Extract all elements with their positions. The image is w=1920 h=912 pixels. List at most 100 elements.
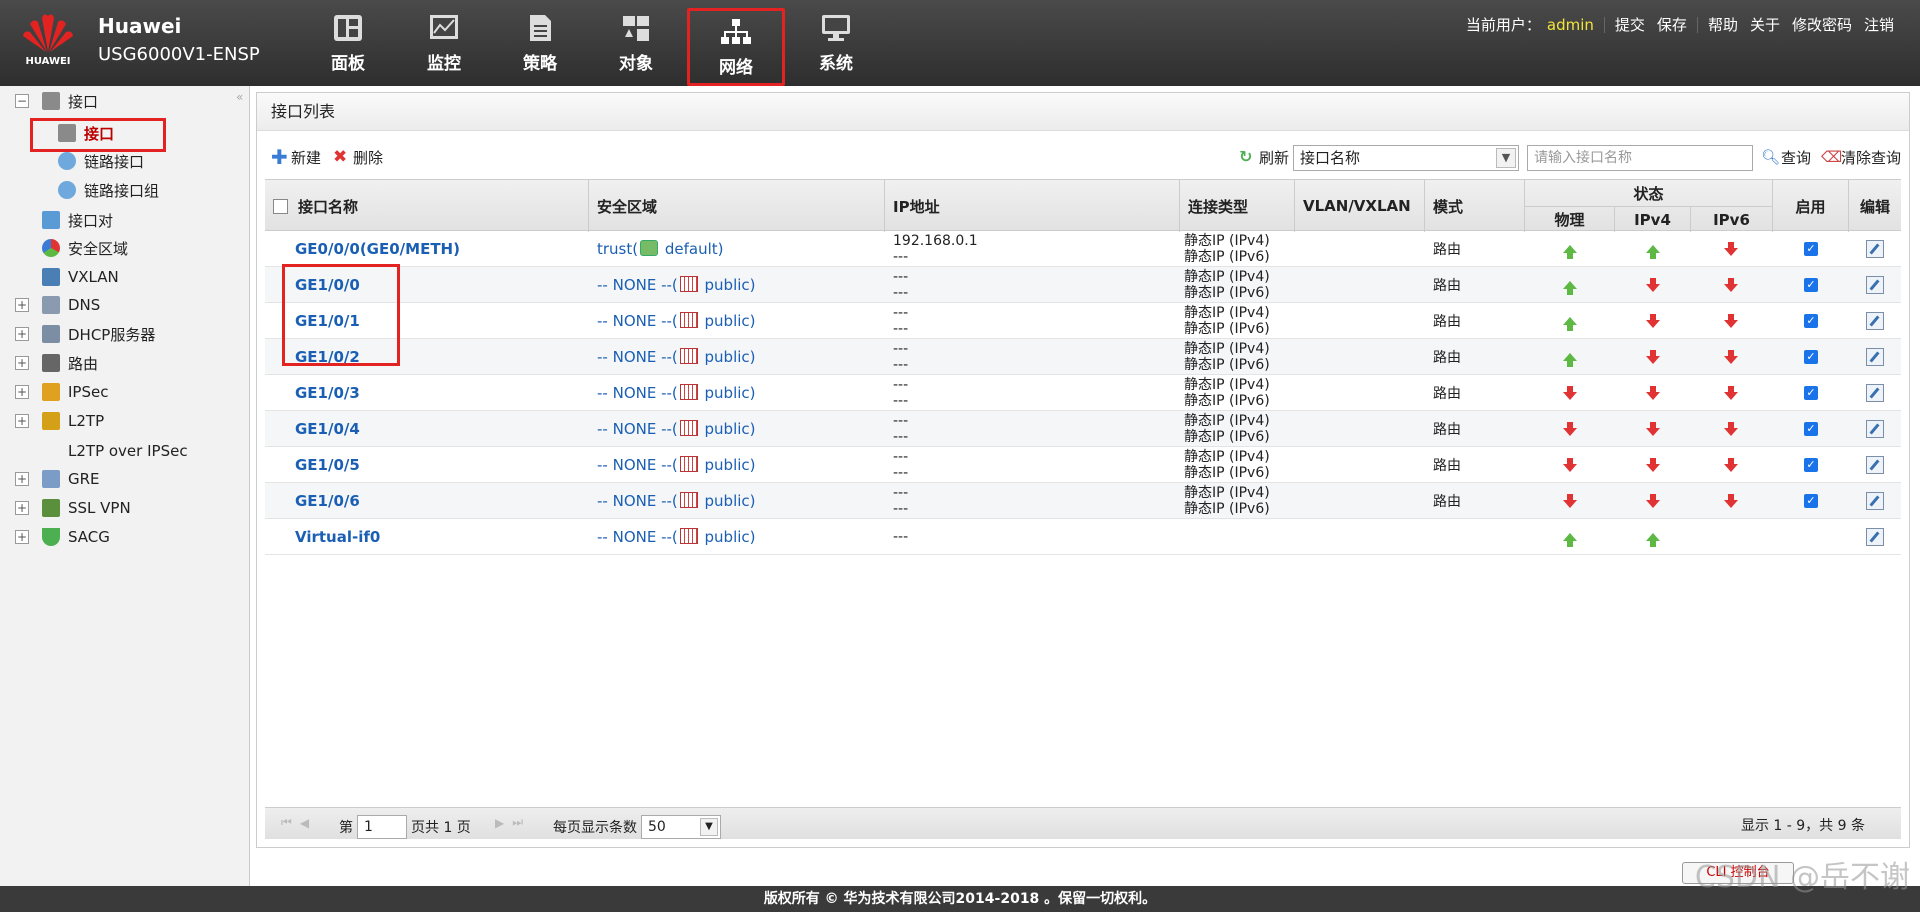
search-input[interactable]: 请输入接口名称 — [1527, 145, 1753, 171]
sidebar-item-l2tp[interactable]: + L2TP — [0, 408, 104, 434]
sidebar-item-label: SSL VPN — [68, 499, 131, 517]
expand-icon[interactable]: + — [15, 385, 29, 399]
nav-policy[interactable]: 策略 — [492, 0, 588, 86]
interface-name-link[interactable]: GE1/0/5 — [295, 456, 360, 474]
interface-pair-icon — [42, 211, 60, 229]
sidebar-item-interface-group[interactable]: − 接口 — [0, 88, 98, 114]
edit-icon[interactable] — [1866, 528, 1884, 546]
sidebar-item-ssl-vpn[interactable]: + SSL VPN — [0, 495, 131, 521]
zone-link[interactable]: -- NONE --( public) — [597, 312, 756, 330]
delete-button[interactable]: ✖ 删除 — [333, 147, 383, 168]
enable-checkbox[interactable]: ✓ — [1804, 386, 1818, 400]
collapse-sidebar-icon[interactable]: « — [236, 90, 243, 104]
nav-system[interactable]: 系统 — [788, 0, 884, 86]
per-page-select[interactable]: 50 ▼ — [641, 815, 721, 839]
pager-nav-next[interactable]: ▶ ⏭ — [495, 815, 531, 830]
enable-checkbox[interactable]: ✓ — [1804, 314, 1818, 328]
enable-checkbox[interactable]: ✓ — [1804, 278, 1818, 292]
physical-status-cell — [1563, 231, 1577, 267]
new-button[interactable]: ✚ 新建 — [271, 147, 321, 168]
expand-icon[interactable]: + — [15, 472, 29, 486]
clear-query-button[interactable]: ⌫ 清除查询 — [1821, 147, 1901, 168]
expand-icon[interactable]: + — [15, 356, 29, 370]
sidebar-item-security-zone[interactable]: 安全区域 — [0, 235, 128, 261]
zone-link[interactable]: -- NONE --( public) — [597, 420, 756, 438]
sidebar-item-gre[interactable]: + GRE — [0, 466, 100, 492]
edit-icon[interactable] — [1866, 492, 1884, 510]
edit-icon[interactable] — [1866, 240, 1884, 258]
interface-name-link[interactable]: Virtual-if0 — [295, 528, 380, 546]
last-page-icon[interactable]: ⏭ — [512, 815, 523, 830]
submit-link[interactable]: 提交 — [1615, 14, 1645, 35]
first-page-icon[interactable]: ⏮ — [281, 815, 292, 830]
prev-page-icon[interactable]: ◀ — [300, 816, 309, 830]
sidebar-item-routing[interactable]: + 路由 — [0, 350, 98, 376]
zone-link[interactable]: -- NONE --( public) — [597, 492, 756, 510]
zone-link[interactable]: -- NONE --( public) — [597, 528, 756, 546]
edit-icon[interactable] — [1866, 420, 1884, 438]
interface-name-link[interactable]: GE1/0/6 — [295, 492, 360, 510]
help-link[interactable]: 帮助 — [1708, 14, 1738, 35]
change-password-link[interactable]: 修改密码 — [1792, 14, 1852, 35]
ipv6-status-down-icon — [1724, 350, 1738, 364]
expand-icon[interactable]: + — [15, 414, 29, 428]
nav-dashboard[interactable]: 面板 — [300, 0, 396, 86]
save-link[interactable]: 保存 — [1657, 14, 1687, 35]
zone-link[interactable]: -- NONE --( public) — [597, 276, 756, 294]
edit-icon[interactable] — [1866, 456, 1884, 474]
interface-name-link[interactable]: GE0/0/0(GE0/METH) — [295, 240, 460, 258]
next-page-icon[interactable]: ▶ — [495, 816, 504, 830]
interface-name-link[interactable]: GE1/0/4 — [295, 420, 360, 438]
sidebar-item-dhcp-server[interactable]: + DHCP服务器 — [0, 321, 155, 347]
header-vlan: VLAN/VXLAN — [1295, 180, 1425, 232]
sidebar-item-dns[interactable]: + DNS — [0, 292, 100, 318]
ip-cell: --- --- — [893, 375, 908, 411]
ssl-vpn-icon — [42, 499, 60, 517]
zone-link[interactable]: trust( default) — [597, 240, 724, 258]
sidebar-item-ipsec[interactable]: + IPSec — [0, 379, 108, 405]
sidebar-item-interface-pair[interactable]: 接口对 — [0, 207, 113, 233]
pager-nav-first[interactable]: ⏮ ◀ — [281, 815, 317, 830]
collapse-icon[interactable]: − — [15, 94, 29, 108]
enable-checkbox[interactable]: ✓ — [1804, 458, 1818, 472]
edit-cell — [1866, 519, 1884, 555]
query-button[interactable]: 🔍︎ 查询 — [1761, 147, 1811, 168]
mode-value: 路由 — [1433, 242, 1461, 258]
enable-checkbox[interactable]: ✓ — [1804, 494, 1818, 508]
ipv6-address: --- — [893, 429, 909, 445]
logout-link[interactable]: 注销 — [1864, 14, 1894, 35]
enable-checkbox[interactable]: ✓ — [1804, 350, 1818, 364]
expand-icon[interactable]: + — [15, 327, 29, 341]
expand-icon[interactable]: + — [15, 501, 29, 515]
filter-select[interactable]: 接口名称 ▼ — [1293, 145, 1519, 171]
chevron-down-icon: ▼ — [700, 818, 718, 836]
refresh-button[interactable]: ↻ 刷新 — [1239, 147, 1289, 168]
mode-value: 路由 — [1433, 458, 1461, 474]
sidebar-item-vxlan[interactable]: VXLAN — [0, 264, 119, 290]
zone-name: -- NONE --( — [597, 456, 678, 474]
nav-network[interactable]: 网络 — [687, 8, 785, 86]
sidebar-item-l2tp-over-ipsec[interactable]: L2TP over IPSec — [0, 438, 188, 464]
zone-name: -- NONE --( — [597, 276, 678, 294]
nav-object[interactable]: 对象 — [588, 0, 684, 86]
edit-icon[interactable] — [1866, 384, 1884, 402]
expand-icon[interactable]: + — [15, 298, 29, 312]
page-number-input[interactable]: 1 — [357, 815, 407, 839]
interface-name-cell: GE1/0/4 — [295, 411, 360, 447]
select-all-checkbox[interactable] — [273, 198, 288, 214]
zone-link[interactable]: -- NONE --( public) — [597, 456, 756, 474]
enable-checkbox[interactable]: ✓ — [1804, 242, 1818, 256]
edit-icon[interactable] — [1866, 276, 1884, 294]
conn-type-ipv4: 静态IP (IPv4) — [1184, 341, 1270, 357]
enable-checkbox[interactable]: ✓ — [1804, 422, 1818, 436]
zone-link[interactable]: -- NONE --( public) — [597, 348, 756, 366]
expand-icon[interactable]: + — [15, 530, 29, 544]
edit-icon[interactable] — [1866, 312, 1884, 330]
sidebar-item-sacg[interactable]: + SACG — [0, 524, 110, 550]
sidebar-item-link-interface-group[interactable]: 链路接口组 — [0, 177, 159, 203]
nav-monitor[interactable]: 监控 — [396, 0, 492, 86]
zone-link[interactable]: -- NONE --( public) — [597, 384, 756, 402]
edit-icon[interactable] — [1866, 348, 1884, 366]
about-link[interactable]: 关于 — [1750, 14, 1780, 35]
interface-name-link[interactable]: GE1/0/3 — [295, 384, 360, 402]
